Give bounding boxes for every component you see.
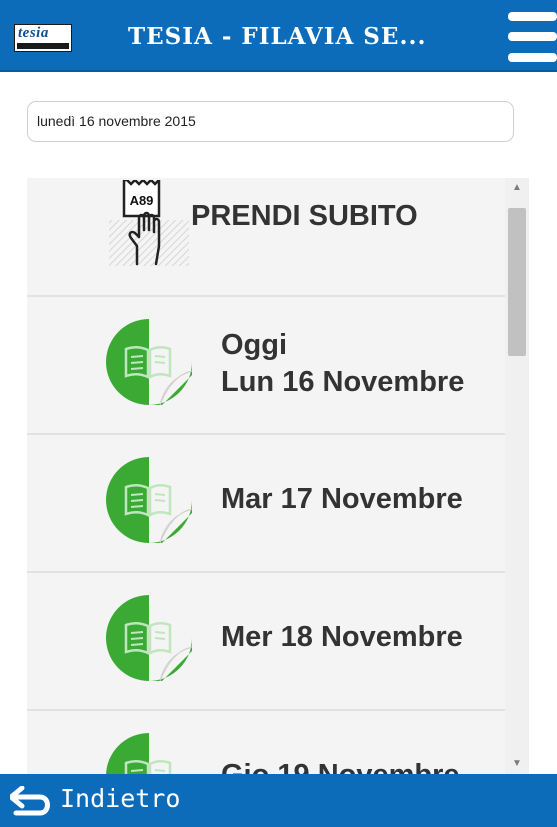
day-label-line1: Oggi (221, 329, 288, 361)
open-book-icon (106, 319, 192, 405)
day-list[interactable]: A89 PRENDI SUBITO Oggi Lun 16 Novembre M… (27, 178, 529, 774)
day-label: Mar 17 Novembre (221, 483, 463, 515)
menu-line (508, 32, 557, 41)
open-book-icon (106, 733, 172, 774)
scrollbar-thumb[interactable] (508, 208, 526, 356)
day-row-today[interactable]: Oggi Lun 16 Novembre (27, 297, 505, 435)
day-list-items: A89 PRENDI SUBITO Oggi Lun 16 Novembre M… (27, 178, 505, 774)
logo-text: tesia (18, 25, 49, 41)
day-row-tuesday[interactable]: Mar 17 Novembre (27, 435, 505, 573)
logo-bar (17, 43, 69, 49)
date-field[interactable]: lunedì 16 novembre 2015 (27, 101, 514, 142)
day-row-wednesday[interactable]: Mer 18 Novembre (27, 573, 505, 711)
day-label-line2: Lun 16 Novembre (221, 366, 465, 398)
ticket-hand-icon: A89 (109, 180, 189, 266)
back-arrow-icon (10, 786, 50, 816)
day-label: Mer 18 Novembre (221, 621, 463, 653)
app-header: tesia TESIA - FILAVIA SE... (0, 0, 557, 72)
scroll-up-arrow-icon[interactable]: ▲ (505, 178, 529, 198)
menu-line (508, 12, 557, 21)
take-ticket-now-label: PRENDI SUBITO (191, 200, 418, 232)
vertical-scrollbar[interactable]: ▲ ▼ (505, 178, 529, 774)
open-book-icon (106, 457, 192, 543)
menu-line (508, 53, 557, 62)
day-row-thursday[interactable]: Gio 19 Novembre (27, 711, 505, 774)
day-label: Gio 19 Novembre (221, 757, 460, 774)
hamburger-menu-icon[interactable] (508, 12, 557, 62)
open-book-icon (106, 595, 192, 681)
footer-bar: Indietro (0, 774, 557, 827)
ticket-number: A89 (130, 193, 154, 208)
tesia-logo: tesia (14, 24, 72, 52)
scroll-down-arrow-icon[interactable]: ▼ (505, 754, 529, 774)
back-label: Indietro (60, 784, 181, 813)
take-ticket-now-row[interactable]: A89 PRENDI SUBITO (27, 178, 505, 297)
app-title: TESIA - FILAVIA SE... (128, 23, 427, 50)
